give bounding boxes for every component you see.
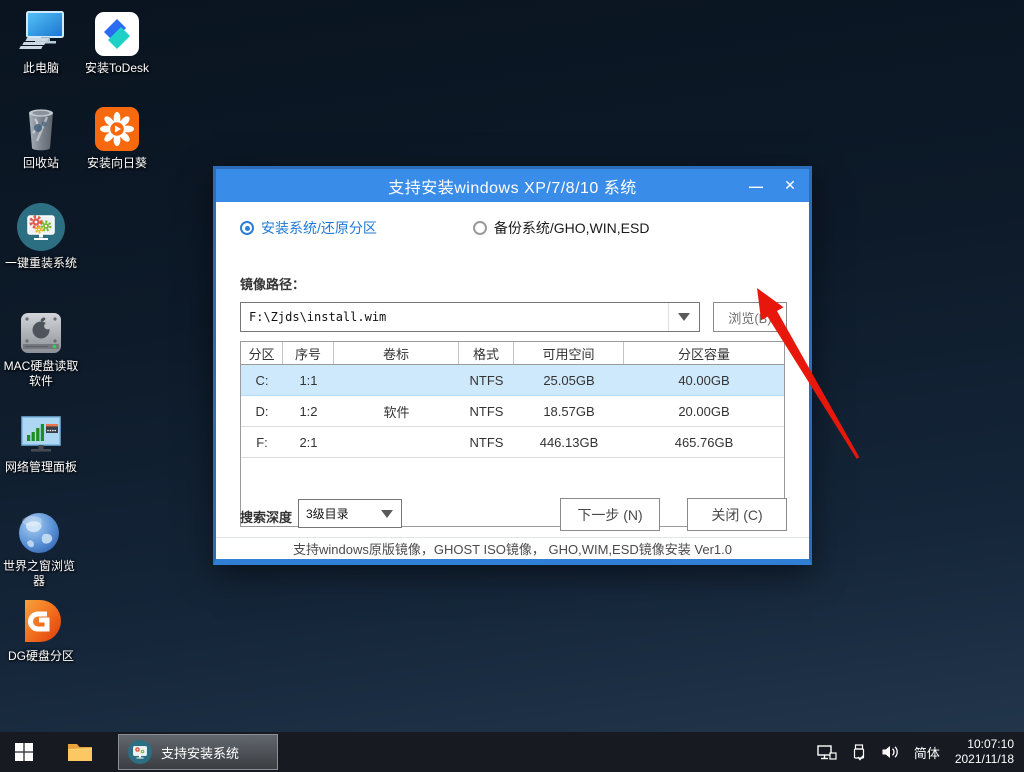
desktop-icon-recycle-bin[interactable]: 回收站 <box>2 103 80 171</box>
cell: NTFS <box>459 396 514 426</box>
cell: 446.13GB <box>514 427 624 457</box>
cell: NTFS <box>459 427 514 457</box>
todesk-icon <box>78 8 156 58</box>
search-depth-label: 搜索深度 <box>240 507 292 526</box>
installer-app-icon <box>127 739 153 765</box>
cell <box>334 427 459 457</box>
desktop-icon-todesk[interactable]: 安装ToDesk <box>78 8 156 76</box>
col-header-capacity[interactable]: 分区容量 <box>624 342 784 364</box>
desktop-icon-this-pc[interactable]: 此电脑 <box>2 8 80 76</box>
table-row-f[interactable]: F: 2:1 NTFS 446.13GB 465.76GB <box>241 427 784 458</box>
this-pc-icon <box>2 8 80 58</box>
desktop-icon-sunflower[interactable]: 安装向日葵 <box>78 103 156 171</box>
clock-date: 2021/11/18 <box>955 752 1014 767</box>
cell: 2:1 <box>283 427 334 457</box>
radio-install-system[interactable] <box>240 221 254 235</box>
taskbar-item-label: 支持安装系统 <box>161 743 239 762</box>
window-title: 支持安装windows XP/7/8/10 系统 <box>216 174 809 198</box>
icon-label: 安装ToDesk <box>78 61 156 76</box>
network-icon[interactable] <box>817 745 837 760</box>
cell: C: <box>241 365 283 395</box>
browse-button[interactable]: 浏览(B) <box>713 302 787 332</box>
network-panel-icon <box>2 407 80 457</box>
world-browser-icon <box>0 506 78 556</box>
cell: NTFS <box>459 365 514 395</box>
taskbar-clock[interactable]: 10:07:10 2021/11/18 <box>955 737 1014 767</box>
col-header-format[interactable]: 格式 <box>459 342 514 364</box>
speaker-icon[interactable] <box>881 745 899 759</box>
image-path-value[interactable]: F:\Zjds\install.wim <box>241 310 668 324</box>
col-header-index[interactable]: 序号 <box>283 342 334 364</box>
radio-backup-wrap: 备份系统/GHO,WIN,ESD <box>473 218 650 238</box>
col-header-partition[interactable]: 分区 <box>241 342 283 364</box>
installer-window: 支持安装windows XP/7/8/10 系统 — ✕ 安装系统/还原分区 备… <box>213 166 812 565</box>
image-path-label: 镜像路径： <box>240 274 305 293</box>
col-header-free-space[interactable]: 可用空间 <box>514 342 624 364</box>
cell: 465.76GB <box>624 427 784 457</box>
reinstall-system-icon <box>2 203 80 253</box>
close-dialog-button[interactable]: 关闭 (C) <box>687 498 787 531</box>
icon-label: 安装向日葵 <box>78 156 156 171</box>
cell: 25.05GB <box>514 365 624 395</box>
chevron-down-icon <box>678 313 690 321</box>
icon-label: DG硬盘分区 <box>2 649 80 664</box>
desktop-icon-browser[interactable]: 世界之窗浏览器 <box>0 506 78 589</box>
cell: D: <box>241 396 283 426</box>
desktop-icon-dg[interactable]: DG硬盘分区 <box>2 596 80 664</box>
minimize-button[interactable]: — <box>739 169 773 202</box>
cell: 1:2 <box>283 396 334 426</box>
dropdown-arrow-zone[interactable] <box>373 510 401 518</box>
dg-partition-icon <box>2 596 80 646</box>
folder-icon <box>67 742 93 763</box>
cell: F: <box>241 427 283 457</box>
table-row-c[interactable]: C: 1:1 NTFS 25.05GB 40.00GB <box>241 365 784 396</box>
radio-install-label[interactable]: 安装系统/还原分区 <box>261 218 377 238</box>
cell <box>334 365 459 395</box>
start-button[interactable] <box>0 732 48 772</box>
system-tray: 简体 10:07:10 2021/11/18 <box>817 737 1024 767</box>
radio-backup-system[interactable] <box>473 221 487 235</box>
usb-eject-icon[interactable] <box>852 744 866 761</box>
search-depth-value: 3级目录 <box>299 505 373 522</box>
taskbar-item-installer[interactable]: 支持安装系统 <box>118 734 278 770</box>
sunflower-icon <box>78 103 156 153</box>
cell: 40.00GB <box>624 365 784 395</box>
clock-time: 10:07:10 <box>955 737 1014 752</box>
image-path-combobox[interactable]: F:\Zjds\install.wim <box>240 302 700 332</box>
icon-label: 此电脑 <box>2 61 80 76</box>
col-header-volume-label[interactable]: 卷标 <box>334 342 459 364</box>
icon-label: 世界之窗浏览器 <box>0 559 78 589</box>
table-row-d[interactable]: D: 1:2 软件 NTFS 18.57GB 20.00GB <box>241 396 784 427</box>
file-explorer-button[interactable] <box>56 732 104 772</box>
icon-label: 回收站 <box>2 156 80 171</box>
chevron-down-icon <box>381 510 393 518</box>
desktop-icon-reinstall[interactable]: 一键重装系统 <box>2 203 80 271</box>
desktop-icon-netpanel[interactable]: 网络管理面板 <box>2 407 80 475</box>
dialog-body: 安装系统/还原分区 备份系统/GHO,WIN,ESD 镜像路径： F:\Zjds… <box>216 202 809 559</box>
desktop: 此电脑 安装ToDesk <box>0 0 1024 772</box>
cell: 18.57GB <box>514 396 624 426</box>
cell: 软件 <box>334 396 459 426</box>
search-depth-dropdown[interactable]: 3级目录 <box>298 499 402 528</box>
icon-label: MAC硬盘读取软件 <box>2 359 80 389</box>
mode-radio-group: 安装系统/还原分区 备份系统/GHO,WIN,ESD <box>240 218 649 238</box>
icon-label: 一键重装系统 <box>2 256 80 271</box>
combo-dropdown-zone[interactable] <box>668 303 699 331</box>
language-indicator[interactable]: 简体 <box>914 743 940 762</box>
recycle-bin-icon <box>2 103 80 153</box>
dialog-footer-text: 支持windows原版镜像，GHOST ISO镜像， GHO,WIM,ESD镜像… <box>216 537 809 559</box>
partition-table-header: 分区 序号 卷标 格式 可用空间 分区容量 <box>241 342 784 365</box>
window-titlebar[interactable]: 支持安装windows XP/7/8/10 系统 — ✕ <box>216 169 809 202</box>
next-step-button[interactable]: 下一步 (N) <box>560 498 660 531</box>
close-icon[interactable]: ✕ <box>773 169 807 202</box>
mac-drive-icon <box>2 306 80 356</box>
desktop-icon-macdrive[interactable]: MAC硬盘读取软件 <box>2 306 80 389</box>
cell: 20.00GB <box>624 396 784 426</box>
windows-logo-icon <box>15 743 33 761</box>
icon-label: 网络管理面板 <box>2 460 80 475</box>
radio-backup-label[interactable]: 备份系统/GHO,WIN,ESD <box>494 218 650 238</box>
cell: 1:1 <box>283 365 334 395</box>
taskbar: 支持安装系统 简体 10:07:10 2021/11/18 <box>0 732 1024 772</box>
